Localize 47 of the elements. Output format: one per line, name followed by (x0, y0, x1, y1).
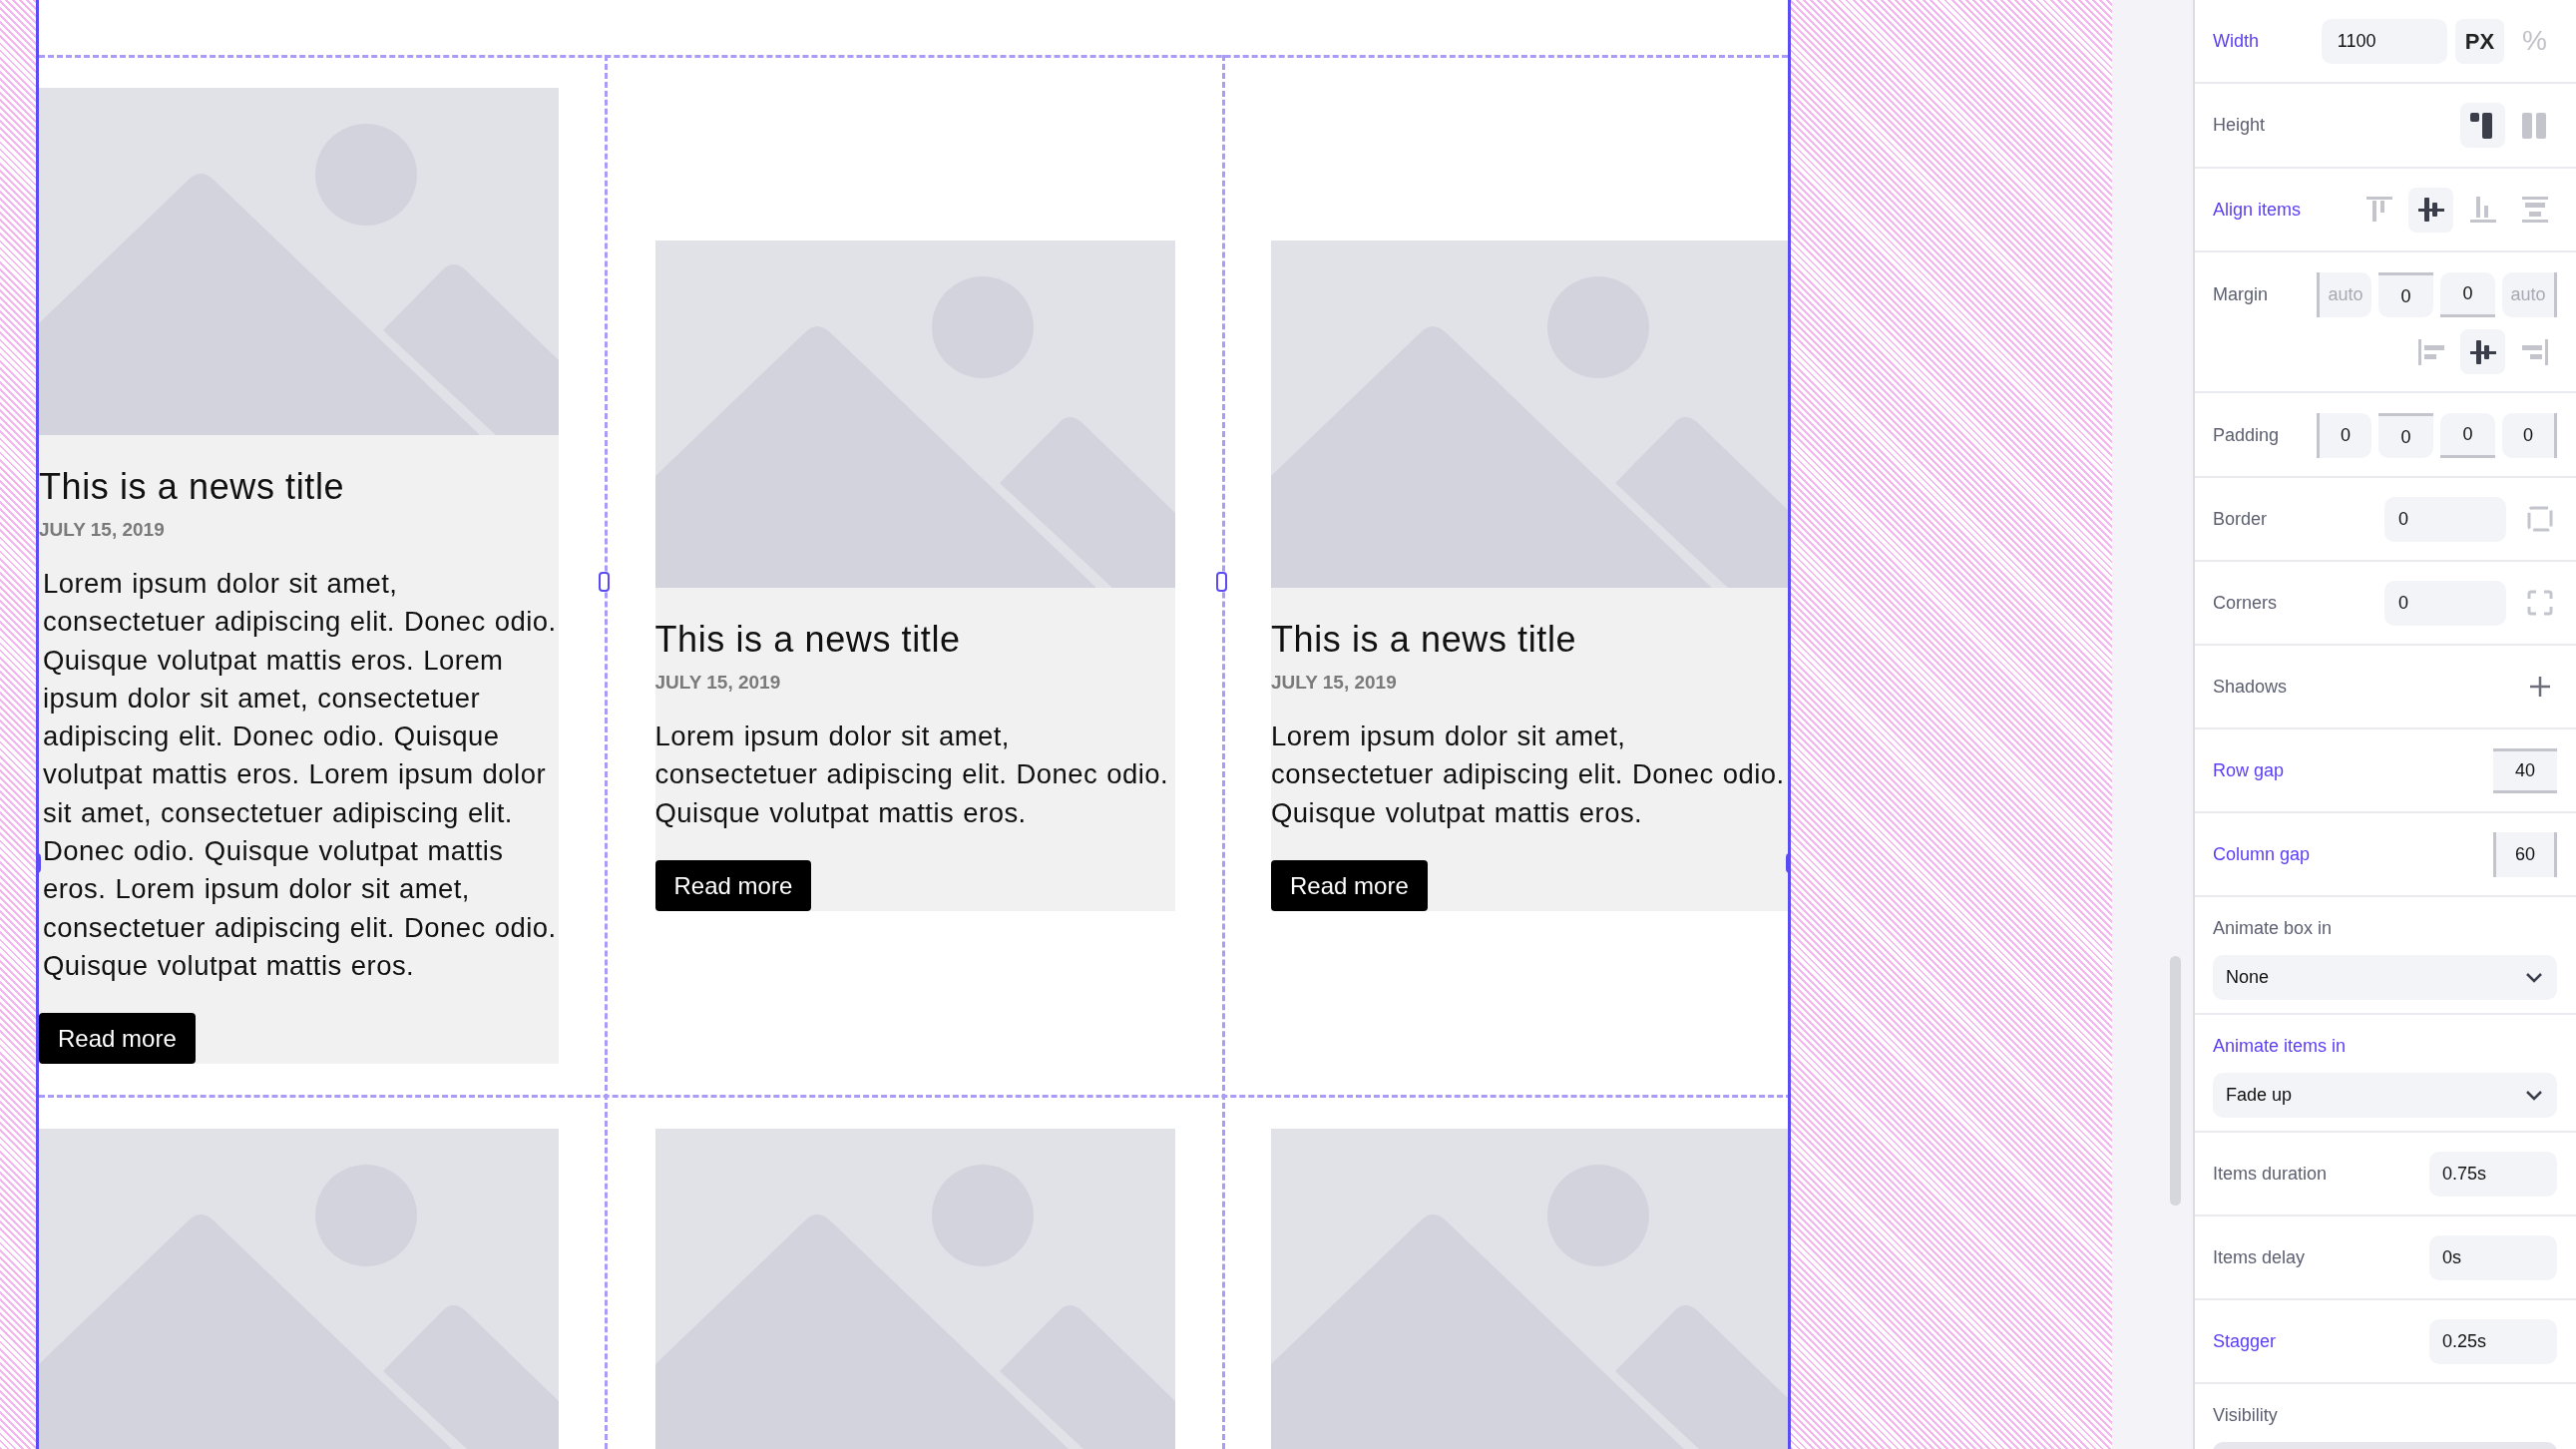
gap-input[interactable]: 60 (2493, 831, 2557, 877)
property-label: Border (2213, 507, 2268, 531)
side-input[interactable]: 0 (2378, 413, 2433, 458)
side-input[interactable]: 0 (2440, 272, 2495, 317)
property-label: Row gap (2213, 758, 2285, 782)
property-label: Items duration (2213, 1162, 2328, 1186)
property-label: Animate items in (2213, 1035, 2348, 1058)
value-input[interactable]: 0 (2384, 580, 2506, 626)
side-input[interactable]: 0 (2378, 272, 2433, 317)
news-text: Lorem ipsum dolor sit amet, consectetuer adipiscing elit. Donec odio. Quisque volutpat mattis eros. (1271, 720, 1786, 830)
read-more-button[interactable]: Read more (654, 860, 812, 912)
unit-button[interactable]: PX (2454, 18, 2505, 64)
dropdown[interactable]: None (2213, 955, 2557, 1000)
property-label: Shadows (2213, 675, 2288, 699)
news-title: This is a news title (1271, 618, 1578, 663)
property-label: Width (2213, 29, 2259, 53)
dropdown[interactable]: Fade up (2213, 1073, 2557, 1118)
read-more-button[interactable]: Read more (1271, 860, 1428, 912)
news-text: Lorem ipsum dolor sit amet, consectetuer adipiscing elit. Donec odio. Quisque volutpat mattis eros. (654, 720, 1170, 830)
side-input[interactable]: 0 (2502, 413, 2557, 458)
value-input[interactable]: 0.25s (2429, 1318, 2557, 1364)
side-input[interactable]: 0 (2440, 413, 2495, 458)
property-label: Visibility (2213, 1404, 2279, 1427)
value-input[interactable]: 0 (2384, 496, 2506, 542)
property-label: Corners (2213, 591, 2278, 615)
side-input[interactable]: auto (2502, 272, 2557, 317)
property-label: Animate box in (2213, 917, 2334, 940)
news-title: This is a news title (654, 618, 962, 663)
news-date: JULY 15, 2019 (1271, 671, 1398, 696)
news-text: Lorem ipsum dolor sit amet, consectetuer adipiscing elit. Donec odio. Quisque volutpat mattis eros. Lorem ipsum dolor sit amet, consectetuer adipiscing elit. Donec odio. Quisque volutpat mattis eros. Lorem ipsum dolor sit amet, consectetuer adipiscing elit. Donec odio. Quisque volutpat mattis eros. Lorem ipsum dolor sit amet, consectetuer adipiscing elit. Donec odio. Quisque volutpat mattis eros. (43, 567, 558, 983)
property-label: Stagger (2213, 1329, 2277, 1353)
read-more-button[interactable]: Read more (39, 1013, 196, 1065)
property-label: Column gap (2213, 842, 2311, 866)
news-date: JULY 15, 2019 (39, 518, 166, 542)
side-input[interactable]: 0 (2317, 413, 2371, 458)
width-input[interactable]: 1100 (2321, 18, 2447, 64)
gap-input[interactable]: 40 (2493, 747, 2557, 793)
property-label: Height (2213, 114, 2266, 137)
property-label: Padding (2213, 424, 2280, 447)
property-label: Align items (2213, 198, 2302, 222)
news-date: JULY 15, 2019 (654, 671, 782, 696)
news-title: This is a news title (39, 465, 346, 509)
side-input[interactable]: auto (2317, 272, 2371, 317)
property-label: Margin (2213, 283, 2269, 306)
property-label: Items delay (2213, 1245, 2306, 1269)
value-input[interactable]: 0s (2429, 1234, 2557, 1280)
value-input[interactable]: 0.75s (2429, 1151, 2557, 1197)
